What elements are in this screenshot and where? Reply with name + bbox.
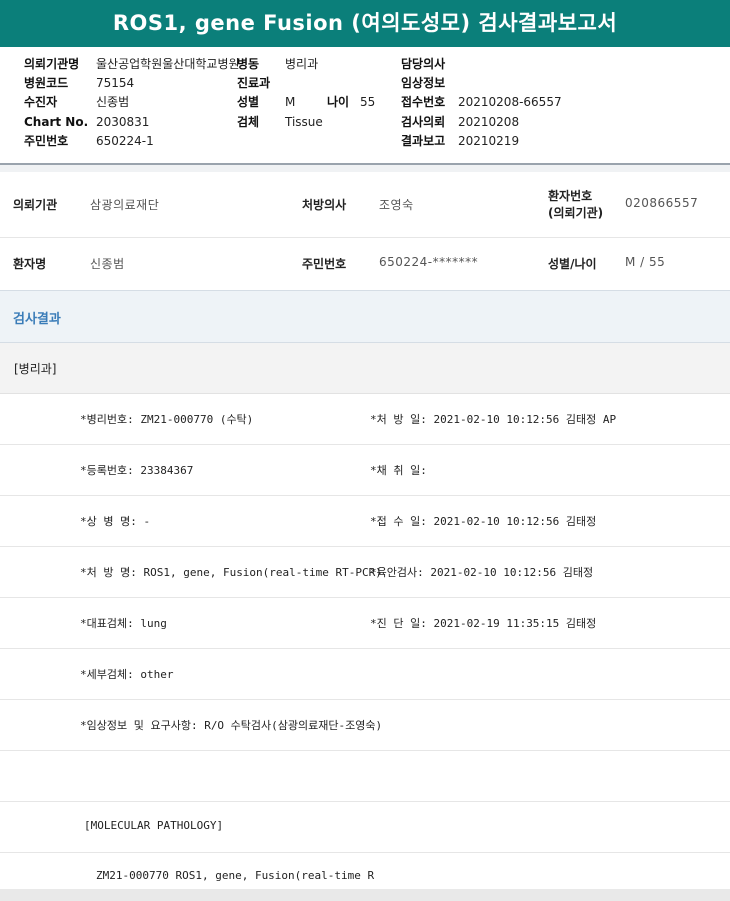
- patient-rrn-value: 650224-*******: [379, 255, 479, 269]
- report-date-value: 20210219: [458, 134, 520, 148]
- result-row: *병리번호: ZM21-000770 (수탁) *처 방 일: 2021-02-…: [0, 394, 730, 445]
- molecular-result-row: ZM21-000770 ROS1, gene, Fusion(real-time…: [0, 853, 730, 889]
- hospital-code-label: 병원코드: [24, 76, 69, 90]
- chart-number-value: 2030831: [96, 115, 150, 129]
- result-row: *상 병 명: - *접 수 일: 2021-02-10 10:12:56 김태…: [0, 496, 730, 547]
- result-row: *세부검체: other: [0, 649, 730, 700]
- patient-rrn-label: 주민번호: [302, 257, 347, 271]
- result-left: *처 방 명: ROS1, gene, Fusion(real-time RT-…: [80, 566, 382, 579]
- result-left: *세부검체: other: [80, 668, 174, 681]
- patient-info-table: 의뢰기관 삼광의료재단 처방의사 조영숙 환자번호 (의뢰기관) 0208665…: [0, 172, 730, 288]
- prescriber-label: 처방의사: [302, 198, 347, 212]
- result-right: *채 취 일:: [370, 464, 427, 477]
- patient-name-value: 신종범: [90, 257, 125, 271]
- request-date-value: 20210208: [458, 115, 520, 129]
- section-gap: [0, 165, 730, 172]
- result-row: *임상정보 및 요구사항: R/O 수탁검사(삼광의료재단-조영숙): [0, 700, 730, 751]
- result-right: *처 방 일: 2021-02-10 10:12:56 김태정 AP: [370, 413, 617, 426]
- report-header-info: 의뢰기관명 울산공업학원울산대학교병원 병동 병리과 담당의사 병원코드 751…: [0, 47, 730, 163]
- bottom-scroll-strip: [0, 889, 730, 901]
- result-row: [0, 751, 730, 802]
- hospital-value: 울산공업학원울산대학교병원: [96, 57, 240, 71]
- patient-info-row: 환자명 신종범 주민번호 650224-******* 성별/나이 M / 55: [0, 238, 730, 288]
- specimen-value: Tissue: [285, 115, 323, 129]
- rrn-label: 주민번호: [24, 134, 69, 148]
- result-left: *등록번호: 23384367: [80, 464, 194, 477]
- result-left: *상 병 명: -: [80, 515, 151, 528]
- result-right: *진 단 일: 2021-02-19 11:35:15 김태정: [370, 617, 597, 630]
- hospital-code-value: 75154: [96, 76, 135, 90]
- doctor-label: 담당의사: [401, 57, 446, 71]
- patient-number-label: 환자번호: [548, 189, 593, 203]
- recipient-value: 신종범: [96, 95, 130, 109]
- result-row: *처 방 명: ROS1, gene, Fusion(real-time RT-…: [0, 547, 730, 598]
- results-header-label: 검사결과: [13, 312, 61, 327]
- prescriber-value: 조영숙: [379, 198, 414, 212]
- patient-number-sublabel: (의뢰기관): [548, 206, 604, 220]
- department-label: 진료과: [237, 76, 271, 90]
- clinical-info-label: 임상정보: [401, 76, 446, 90]
- patient-info-row: 의뢰기관 삼광의료재단 처방의사 조영숙 환자번호 (의뢰기관) 0208665…: [0, 172, 730, 238]
- sex-value: M: [285, 95, 296, 109]
- result-left: *대표검체: lung: [80, 617, 167, 630]
- result-left: *임상정보 및 요구사항: R/O 수탁검사(삼광의료재단-조영숙): [80, 719, 383, 732]
- sex-age-value: M / 55: [625, 255, 666, 269]
- rrn-value: 650224-1: [96, 134, 154, 148]
- result-right: *육안검사: 2021-02-10 10:12:56 김태정: [370, 566, 594, 579]
- age-value: 55: [360, 95, 376, 109]
- results-section-header: 검사결과: [0, 290, 730, 343]
- molecular-result-line: ZM21-000770 ROS1, gene, Fusion(real-time…: [96, 869, 375, 882]
- chart-number-label: Chart No.: [24, 115, 89, 129]
- specimen-label: 검체: [237, 115, 260, 129]
- age-label: 나이: [327, 95, 350, 109]
- receipt-number-label: 접수번호: [401, 95, 446, 109]
- requesting-org-label: 의뢰기관: [13, 198, 58, 212]
- receipt-number-value: 20210208-66557: [458, 95, 562, 109]
- department-row: [병리과]: [0, 343, 730, 394]
- hospital-label: 의뢰기관명: [24, 57, 80, 71]
- ward-value: 병리과: [285, 57, 319, 71]
- report-title: ROS1, gene Fusion (여의도성모) 검사결과보고서: [0, 0, 730, 47]
- molecular-header-row: [MOLECULAR PATHOLOGY]: [0, 802, 730, 853]
- sex-label: 성별: [237, 95, 260, 109]
- sex-age-label: 성별/나이: [548, 257, 597, 271]
- ward-label: 병동: [237, 57, 260, 71]
- result-right: *접 수 일: 2021-02-10 10:12:56 김태정: [370, 515, 597, 528]
- request-date-label: 검사의뢰: [401, 115, 446, 129]
- department-name: [병리과]: [14, 362, 57, 376]
- requesting-org-value: 삼광의료재단: [90, 198, 160, 212]
- molecular-pathology-header: [MOLECULAR PATHOLOGY]: [84, 819, 224, 832]
- result-row: *등록번호: 23384367 *채 취 일:: [0, 445, 730, 496]
- result-left: *병리번호: ZM21-000770 (수탁): [80, 413, 254, 426]
- result-row: *대표검체: lung *진 단 일: 2021-02-19 11:35:15 …: [0, 598, 730, 649]
- recipient-label: 수진자: [24, 95, 58, 109]
- patient-name-label: 환자명: [13, 257, 47, 271]
- report-date-label: 결과보고: [401, 134, 446, 148]
- patient-number-value: 020866557: [625, 196, 699, 210]
